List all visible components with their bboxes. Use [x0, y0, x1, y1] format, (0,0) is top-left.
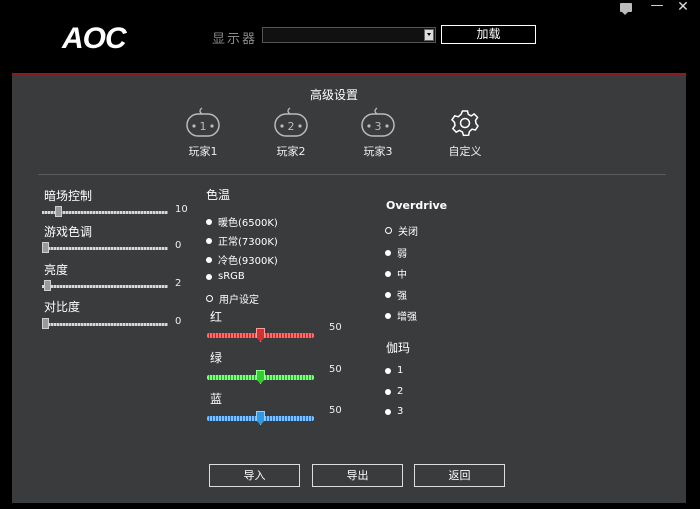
radio-dot [385, 270, 391, 277]
display-select[interactable] [262, 27, 436, 43]
display-label: 显示器 [212, 32, 258, 47]
gamma-option-1[interactable]: 1 [385, 365, 403, 376]
overdrive-option-boost[interactable]: 增强 [385, 308, 417, 323]
option-label: 弱 [397, 249, 407, 260]
radio-dot [385, 291, 391, 298]
section-divider [38, 174, 666, 175]
overdrive-option-medium[interactable]: 中 [385, 266, 407, 281]
gear-icon [451, 110, 479, 137]
dark-control-thumb[interactable] [55, 206, 62, 217]
preset-player2[interactable]: 2 玩家2 [261, 106, 321, 159]
game-color-label: 游戏色调 [44, 225, 93, 239]
game-color-thumb[interactable] [42, 242, 49, 253]
brightness-label: 亮度 [44, 263, 69, 277]
radio-selected [385, 227, 392, 234]
radio-selected [206, 295, 213, 302]
contrast-value: 0 [175, 316, 182, 327]
option-label: 用户设定 [219, 295, 259, 306]
minimize-button[interactable]: — [650, 0, 664, 14]
green-label: 绿 [210, 351, 223, 365]
message-icon[interactable] [620, 3, 632, 15]
color-temp-option-normal[interactable]: 正常(7300K) [206, 233, 278, 248]
contrast-slider[interactable] [42, 323, 168, 326]
color-temp-option-srgb[interactable]: sRGB [206, 271, 245, 282]
red-value: 50 [329, 322, 342, 333]
brightness-thumb[interactable] [44, 280, 51, 291]
preset-player1[interactable]: 1 玩家1 [173, 106, 233, 159]
game-color-slider[interactable] [42, 247, 168, 250]
option-label: 冷色(9300K) [218, 256, 278, 267]
back-button[interactable]: 返回 [414, 464, 505, 487]
preset-label: 玩家3 [363, 145, 393, 158]
option-label: 1 [397, 365, 404, 376]
radio-dot [385, 312, 391, 319]
overdrive-label: Overdrive [386, 199, 448, 212]
option-label: 强 [397, 291, 407, 302]
game-color-value: 0 [175, 240, 182, 251]
preset-player3[interactable]: 3 玩家3 [348, 106, 408, 159]
contrast-thumb[interactable] [42, 318, 49, 329]
option-label: sRGB [218, 271, 245, 282]
gamepad-3-icon: 3 [361, 107, 395, 137]
overdrive-option-strong[interactable]: 强 [385, 287, 407, 302]
chevron-down-icon[interactable] [424, 29, 434, 41]
option-label: 暖色(6500K) [218, 218, 278, 229]
green-value: 50 [329, 364, 342, 375]
gamma-option-2[interactable]: 2 [385, 386, 403, 397]
blue-label: 蓝 [210, 392, 223, 406]
radio-dot [385, 408, 391, 415]
gamma-option-3[interactable]: 3 [385, 406, 403, 417]
gamepad-1-icon: 1 [186, 107, 220, 137]
radio-dot [206, 256, 212, 263]
color-temp-option-user[interactable]: 用户设定 [206, 291, 259, 306]
svg-text:2: 2 [288, 120, 295, 133]
svg-text:1: 1 [200, 120, 207, 133]
radio-dot [206, 218, 212, 225]
radio-dot [385, 388, 391, 395]
gamepad-2-icon: 2 [274, 107, 308, 137]
aoc-logo: AOC [62, 22, 127, 55]
option-label: 正常(7300K) [218, 237, 278, 248]
red-label: 红 [210, 310, 223, 324]
panel-title: 高级设置 [310, 88, 359, 102]
brightness-slider[interactable] [42, 285, 168, 288]
option-label: 中 [397, 270, 407, 281]
brightness-value: 2 [175, 278, 182, 289]
preset-custom[interactable]: 自定义 [435, 106, 495, 159]
color-temp-option-cool[interactable]: 冷色(9300K) [206, 252, 278, 267]
overdrive-option-weak[interactable]: 弱 [385, 245, 407, 260]
blue-value: 50 [329, 405, 342, 416]
gamma-label: 伽玛 [386, 341, 411, 355]
preset-label: 自定义 [448, 145, 482, 158]
import-button[interactable]: 导入 [209, 464, 300, 487]
dark-control-label: 暗场控制 [44, 189, 93, 203]
radio-dot [206, 237, 212, 244]
load-button[interactable]: 加载 [441, 25, 536, 44]
overdrive-option-off[interactable]: 关闭 [385, 223, 418, 238]
radio-dot [206, 273, 212, 280]
option-label: 3 [397, 406, 404, 417]
svg-text:3: 3 [375, 120, 382, 133]
option-label: 2 [397, 386, 404, 397]
contrast-label: 对比度 [44, 300, 81, 314]
radio-dot [385, 249, 391, 256]
export-button[interactable]: 导出 [312, 464, 403, 487]
option-label: 增强 [397, 312, 417, 323]
option-label: 关闭 [398, 227, 418, 238]
close-button[interactable]: ✕ [676, 0, 690, 15]
preset-label: 玩家1 [188, 145, 218, 158]
color-temp-label: 色温 [206, 188, 231, 202]
dark-control-value: 10 [175, 204, 188, 215]
preset-label: 玩家2 [276, 145, 306, 158]
radio-dot [385, 367, 391, 374]
color-temp-option-warm[interactable]: 暖色(6500K) [206, 214, 278, 229]
